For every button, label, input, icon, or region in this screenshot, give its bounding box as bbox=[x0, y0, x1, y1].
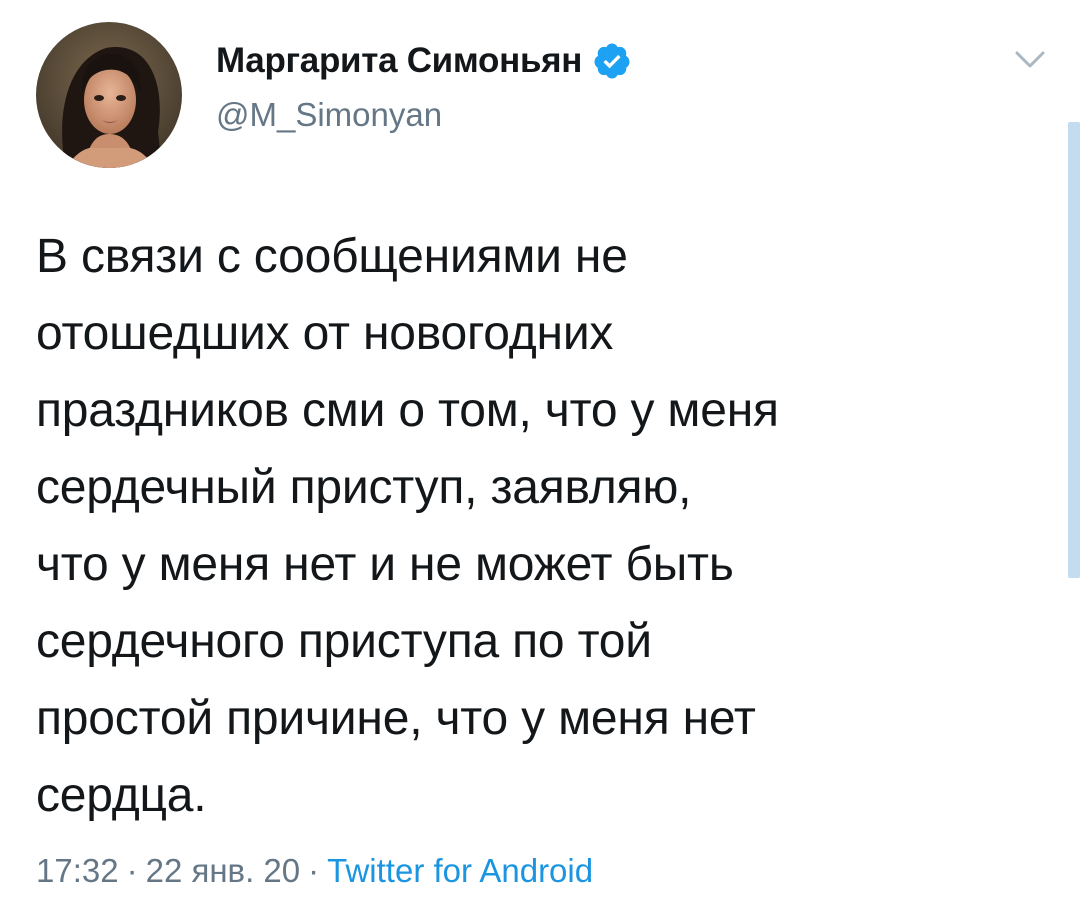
user-handle[interactable]: @M_Simonyan bbox=[216, 96, 632, 134]
name-row: Маргарита Симоньян bbox=[216, 36, 632, 86]
tweet-time[interactable]: 17:32 bbox=[36, 852, 119, 889]
scrollbar-thumb[interactable] bbox=[1068, 122, 1080, 578]
tweet-card: Маргарита Симоньян @M_Simonyan В связи с… bbox=[0, 0, 1080, 897]
verified-badge-icon bbox=[592, 41, 632, 81]
tweet-text: В связи с сообщениями не отошедших от но… bbox=[36, 218, 1036, 834]
avatar[interactable] bbox=[36, 22, 182, 168]
tweet-source-link[interactable]: Twitter for Android bbox=[327, 852, 593, 889]
tweet-text-line: что у меня нет и не может быть bbox=[36, 538, 734, 591]
tweet-text-line: праздников сми о том, что у меня bbox=[36, 384, 779, 437]
tweet-text-line: простой причине, что у меня нет bbox=[36, 692, 756, 745]
meta-separator: · bbox=[126, 852, 138, 889]
tweet-text-line: отошедших от новогодних bbox=[36, 307, 614, 360]
display-name[interactable]: Маргарита Симоньян bbox=[216, 41, 582, 81]
tweet-text-line: сердечный приступ, заявляю, bbox=[36, 461, 692, 514]
tweet-date[interactable]: 22 янв. 20 bbox=[146, 852, 301, 889]
meta-separator: · bbox=[308, 852, 320, 889]
tweet-meta: 17:32 · 22 янв. 20 · Twitter for Android bbox=[36, 852, 593, 890]
tweet-text-line: В связи с сообщениями не bbox=[36, 230, 628, 283]
tweet-author[interactable]: Маргарита Симоньян @M_Simonyan bbox=[216, 36, 632, 134]
tweet-text-line: сердечного приступа по той bbox=[36, 615, 652, 668]
avatar-image bbox=[36, 22, 182, 168]
tweet-text-line: сердца. bbox=[36, 769, 207, 822]
chevron-down-icon[interactable] bbox=[1014, 48, 1046, 72]
